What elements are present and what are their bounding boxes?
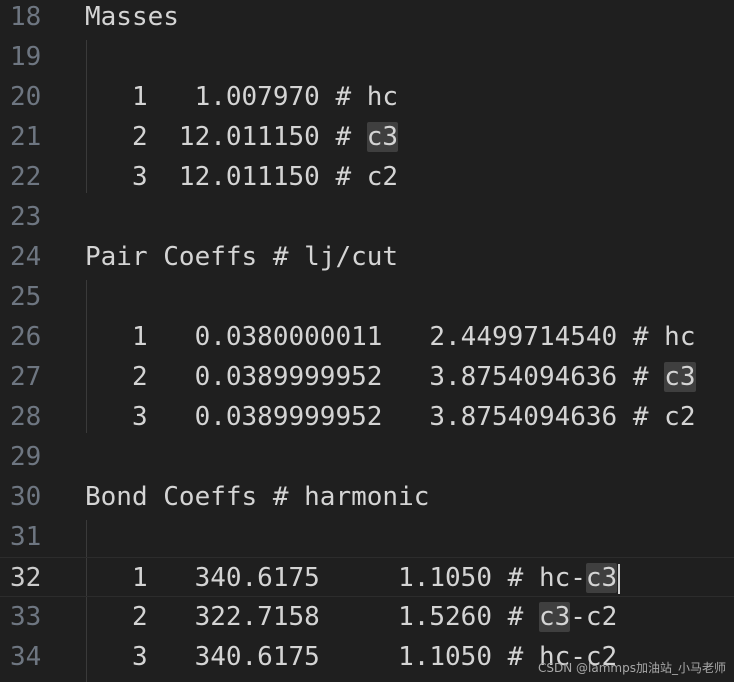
line-number: 25: [10, 282, 42, 312]
code-line[interactable]: 30 Bond Coeffs # harmonic: [0, 477, 734, 517]
code-editor[interactable]: 18 Masses 19 20 1 1.007970 # hc 21 2 12.0111…: [0, 0, 734, 682]
line-number: 22: [10, 162, 42, 192]
line-number: 19: [10, 42, 42, 72]
code-text: 2 322.7158 1.5260 #: [85, 602, 539, 632]
code-line[interactable]: 26 1 0.0380000011 2.4499714540 # hc: [0, 317, 734, 357]
line-number: 18: [10, 2, 42, 32]
line-code[interactable]: 2 322.7158 1.5260 # c3-c2: [85, 597, 617, 637]
line-number: 21: [10, 122, 42, 152]
code-text: -c2: [570, 602, 618, 632]
line-number: 30: [10, 482, 42, 512]
selection-highlight: c3: [366, 122, 399, 152]
line-code[interactable]: 3 12.011150 # c2: [85, 157, 398, 197]
code-line[interactable]: 24 Pair Coeffs # lj/cut: [0, 237, 734, 277]
text-cursor: [618, 563, 621, 594]
code-text: 2 0.0389999952 3.8754094636 #: [85, 362, 665, 392]
code-line[interactable]: 18 Masses: [0, 0, 734, 37]
code-line[interactable]: 32 1 340.6175 1.1050 # hc-c3: [0, 557, 734, 597]
code-line[interactable]: 21 2 12.011150 # c3: [0, 117, 734, 157]
code-text: 1 340.6175 1.1050 # hc-: [85, 563, 586, 593]
code-text: Masses: [85, 2, 179, 32]
code-text: Bond Coeffs # harmonic: [85, 482, 430, 512]
line-number: 23: [10, 202, 42, 232]
line-code[interactable]: Pair Coeffs # lj/cut: [85, 237, 398, 277]
code-text: 1 1.007970 # hc: [85, 82, 399, 112]
line-number: 26: [10, 322, 42, 352]
line-number: 20: [10, 82, 42, 112]
line-number: 31: [10, 522, 42, 552]
line-code[interactable]: Bond Coeffs # harmonic: [85, 477, 429, 517]
code-line[interactable]: 19: [0, 37, 734, 77]
code-line[interactable]: 23: [0, 197, 734, 237]
code-line[interactable]: 27 2 0.0389999952 3.8754094636 # c3: [0, 357, 734, 397]
selection-highlight: c3: [585, 563, 618, 593]
selection-highlight: c3: [664, 362, 696, 392]
watermark: CSDN @lammps加油站_小马老师: [538, 661, 726, 675]
line-number: 24: [10, 242, 42, 272]
line-number: 32: [10, 563, 42, 593]
line-code[interactable]: 3 0.0389999952 3.8754094636 # c2: [85, 397, 696, 437]
code-line[interactable]: 28 3 0.0389999952 3.8754094636 # c2: [0, 397, 734, 437]
line-code[interactable]: 1 1.007970 # hc: [85, 77, 398, 117]
code-line[interactable]: 29: [0, 437, 734, 477]
line-number: 27: [10, 362, 42, 392]
line-code[interactable]: 2 12.011150 # c3: [85, 117, 399, 157]
code-text: Pair Coeffs # lj/cut: [85, 242, 399, 272]
selection-highlight: c3: [538, 602, 571, 632]
line-number: 33: [10, 602, 42, 632]
code-line[interactable]: 31: [0, 517, 734, 557]
line-code[interactable]: 1 340.6175 1.1050 # hc-c3: [85, 558, 621, 598]
code-text: 1 0.0380000011 2.4499714540 # hc: [85, 322, 696, 352]
line-number: 29: [10, 442, 42, 472]
line-number: 28: [10, 402, 42, 432]
line-number: 34: [10, 642, 42, 672]
line-code[interactable]: 2 0.0389999952 3.8754094636 # c3: [85, 357, 696, 397]
code-line[interactable]: 22 3 12.011150 # c2: [0, 157, 734, 197]
code-line[interactable]: 25: [0, 277, 734, 317]
code-text: 3 12.011150 # c2: [85, 162, 399, 192]
line-code[interactable]: 1 0.0380000011 2.4499714540 # hc: [85, 317, 696, 357]
code-text: 3 0.0389999952 3.8754094636 # c2: [85, 402, 696, 432]
line-code[interactable]: Masses: [85, 0, 179, 37]
code-text: 2 12.011150 #: [85, 122, 367, 152]
code-line[interactable]: 33 2 322.7158 1.5260 # c3-c2: [0, 597, 734, 637]
code-line[interactable]: 20 1 1.007970 # hc: [0, 77, 734, 117]
